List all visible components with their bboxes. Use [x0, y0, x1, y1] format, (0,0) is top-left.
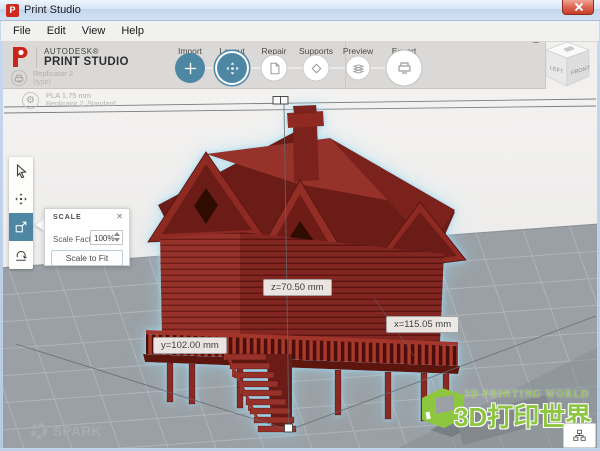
repair-document-icon [267, 61, 281, 75]
repair-button[interactable] [261, 55, 288, 82]
move-icon [14, 192, 28, 206]
select-tool-button[interactable] [9, 157, 33, 185]
spark-logo: SPARK [30, 422, 102, 440]
scale-dialog: SCALE ✕ Scale Factor 100% Scale to Fit [44, 208, 130, 266]
scale-icon [14, 220, 28, 234]
scale-dialog-close-icon[interactable]: ✕ [116, 212, 123, 221]
print-studio-window: P Print Studio File Edit View Help AUTOD… [0, 0, 600, 451]
toolbar-underline [3, 88, 545, 89]
preview-layers-icon [351, 61, 365, 75]
stepper-down-icon[interactable] [114, 238, 120, 242]
layout-button[interactable] [217, 53, 247, 83]
window-border-left [0, 21, 3, 451]
supports-diamond-icon [309, 61, 323, 75]
scale-tool-button[interactable] [9, 213, 33, 241]
preview-button[interactable] [346, 56, 371, 81]
window-title: Print Studio [24, 4, 81, 16]
hierarchy-icon [573, 429, 586, 442]
printer-name: Replicator 2 [33, 70, 73, 79]
view-cube[interactable]: LEFT FRONT [541, 38, 597, 92]
menu-view[interactable]: View [74, 22, 114, 41]
supports-button[interactable] [303, 55, 330, 82]
spark-label: SPARK [53, 424, 102, 439]
export-printer-icon [396, 61, 412, 76]
app-icon: P [6, 4, 19, 17]
dimension-label-x: x=115.05 mm [386, 316, 459, 333]
machine-view-button[interactable] [563, 423, 596, 448]
menu-file[interactable]: File [5, 22, 39, 41]
gear-icon: ⚙ [22, 92, 39, 109]
export-button[interactable] [386, 50, 423, 87]
printer-type: (type) [33, 79, 73, 87]
top-toolbar: AUTODESK® PRINT STUDIO Replicator 2 (typ… [3, 42, 597, 89]
layout-move-icon [225, 61, 240, 76]
print-studio-logo [11, 46, 30, 68]
menu-help[interactable]: Help [113, 22, 152, 41]
menu-edit[interactable]: Edit [39, 22, 74, 41]
material-name: PLA 1.75 mm [46, 92, 116, 101]
stepper-up-icon[interactable] [114, 232, 120, 236]
cursor-icon [15, 164, 28, 178]
step-label-preview: Preview [343, 46, 373, 56]
rotate-icon [14, 248, 28, 262]
printer-icon [11, 70, 27, 86]
dialog-notch [36, 219, 44, 231]
scale-dialog-title: SCALE [53, 214, 82, 221]
close-icon [573, 2, 583, 12]
material-profile: Replicator 2, Standard [46, 101, 116, 109]
import-button[interactable] [175, 53, 205, 83]
brand-block: AUTODESK® PRINT STUDIO [11, 46, 129, 68]
import-plus-icon [183, 61, 198, 76]
spark-gear-icon [30, 422, 48, 440]
printer-info[interactable]: Replicator 2 (type) [11, 70, 73, 87]
brand-company: AUTODESK® [44, 47, 129, 56]
scale-factor-value: 100% [94, 234, 114, 243]
scale-to-fit-button[interactable]: Scale to Fit [51, 250, 123, 266]
title-bar: P Print Studio [0, 0, 600, 21]
move-tool-button[interactable] [9, 185, 33, 213]
tool-panel [9, 157, 33, 269]
scale-factor-stepper[interactable]: 100% [90, 230, 123, 245]
brand-product: PRINT STUDIO [44, 56, 129, 68]
rotate-tool-button[interactable] [9, 241, 33, 269]
close-button[interactable] [562, 0, 594, 15]
material-info[interactable]: ⚙ PLA 1.75 mm Replicator 2, Standard [22, 92, 116, 109]
dimension-label-y: y=102.00 mm [153, 337, 227, 354]
menu-bar: File Edit View Help [1, 21, 599, 42]
dimension-label-z: z=70.50 mm [263, 279, 332, 296]
stepper-arrows[interactable] [114, 232, 120, 242]
